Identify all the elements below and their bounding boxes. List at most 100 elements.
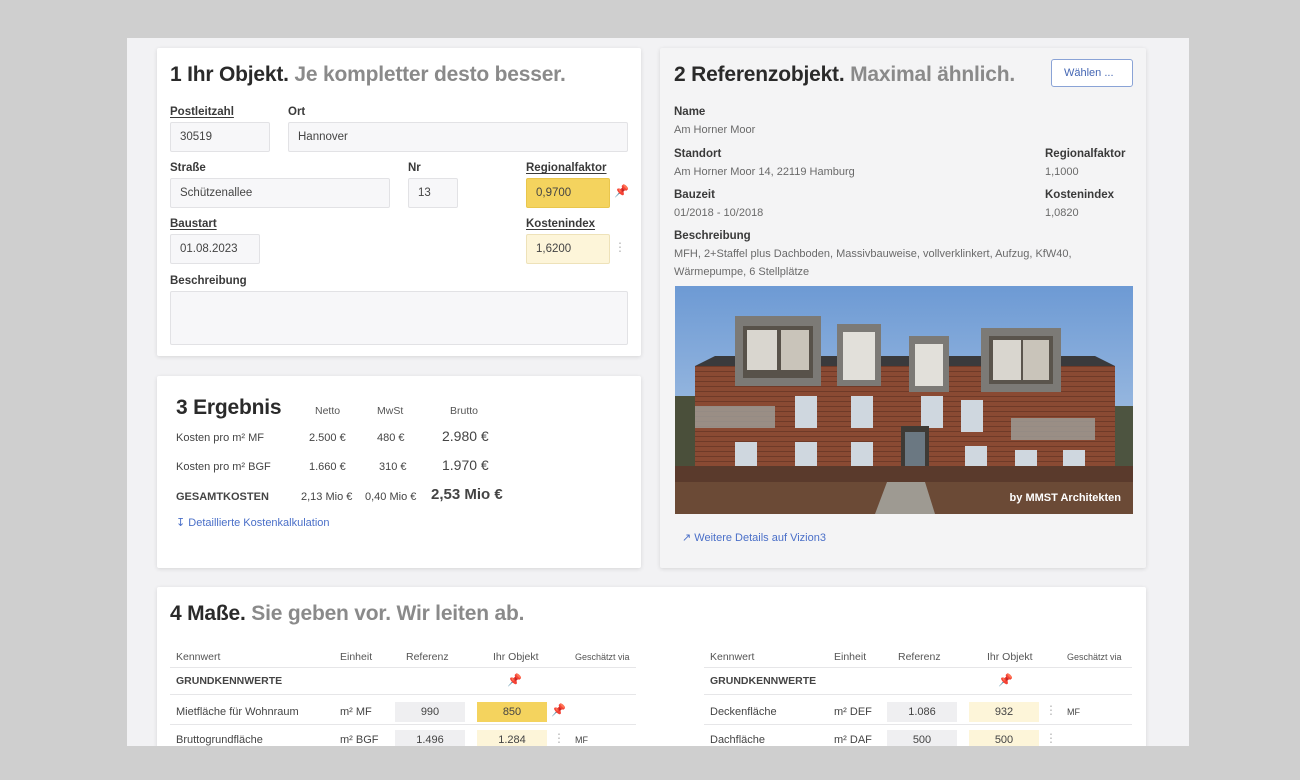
result-mwst: 310 € (379, 461, 407, 473)
ref-regionalfaktor-value: 1,1000 (1045, 166, 1079, 178)
section-3-title: 3 Ergebnis (176, 396, 282, 419)
result-netto: 2.500 € (309, 432, 346, 444)
kostenindex-label: Kostenindex (526, 218, 596, 230)
header-einheit: Einheit (340, 651, 373, 663)
vizion3-details-link[interactable]: ↗ Weitere Details auf Vizion3 (682, 531, 826, 544)
kennwert-label: Bruttogrundfläche (176, 734, 263, 746)
regionalfaktor-input[interactable]: 0,9700 (526, 178, 610, 208)
group-label: GRUNDKENNWERTE (710, 675, 817, 687)
geschaetzt-via: MF (1067, 707, 1080, 717)
header-ihr-objekt: Ihr Objekt (493, 651, 539, 663)
einheit-value: m² BGF (340, 734, 379, 746)
col-mwst-header: MwSt (377, 405, 404, 417)
beschreibung-label: Beschreibung (170, 275, 247, 287)
col-brutto-header: Brutto (450, 405, 479, 417)
referenz-value: 1.086 (887, 702, 957, 722)
ref-regionalfaktor-label: Regionalfaktor (1045, 148, 1126, 160)
ref-name-label: Name (674, 106, 706, 118)
ref-kostenindex-value: 1,0820 (1045, 207, 1079, 219)
divider (170, 694, 636, 695)
kennwert-label: Dachfläche (710, 734, 766, 746)
header-kennwert: Kennwert (176, 651, 221, 663)
app-window: 1 Ihr Objekt. Je kompletter desto besser… (127, 38, 1189, 746)
referenz-value: 500 (887, 730, 957, 746)
divider (170, 667, 636, 668)
einheit-value: m² MF (340, 706, 372, 718)
baustart-input[interactable]: 01.08.2023 (170, 234, 260, 264)
referenz-value: 990 (395, 702, 465, 722)
unpinned-icon[interactable]: ⋮ (614, 240, 626, 254)
kennwert-label: Mietfläche für Wohnraum (176, 706, 299, 718)
pin-icon[interactable]: 📌 (507, 673, 522, 687)
divider (170, 724, 636, 725)
section-referenzobjekt: 2 Referenzobjekt. Maximal ähnlich. Wähle… (660, 48, 1146, 568)
beschreibung-textarea[interactable] (170, 291, 628, 345)
unpinned-icon[interactable]: ⋮ (1045, 703, 1057, 717)
pin-icon[interactable]: 📌 (614, 184, 629, 198)
ref-beschreibung-label: Beschreibung (674, 230, 751, 242)
detailed-cost-link[interactable]: ↧ Detaillierte Kostenkalkulation (176, 516, 330, 529)
header-einheit: Einheit (834, 651, 867, 663)
baustart-label: Baustart (170, 218, 217, 230)
geschaetzt-via: MF (575, 735, 588, 745)
gesamtkosten-label: GESAMTKOSTEN (176, 491, 269, 503)
kostenindex-input[interactable]: 1,6200 (526, 234, 610, 264)
section-masse: 4 Maße. Sie geben vor. Wir leiten ab. Ke… (157, 587, 1146, 746)
ref-beschreibung-line-1: MFH, 2+Staffel plus Dachboden, Massivbau… (674, 248, 1072, 260)
result-netto: 1.660 € (309, 461, 346, 473)
header-kennwert: Kennwert (710, 651, 755, 663)
ort-input[interactable]: Hannover (288, 122, 628, 152)
einheit-value: m² DAF (834, 734, 872, 746)
section-1-title: 1 Ihr Objekt. Je kompletter desto besser… (170, 63, 566, 86)
referenz-value: 1.496 (395, 730, 465, 746)
pin-icon[interactable]: 📌 (551, 703, 566, 717)
ref-standort-label: Standort (674, 148, 722, 160)
strasse-input[interactable]: Schützenallee (170, 178, 390, 208)
header-referenz: Referenz (898, 651, 941, 663)
unpinned-icon[interactable]: ⋮ (553, 731, 565, 745)
chevron-down-icon: ↧ (176, 517, 186, 529)
result-brutto: 2.980 € (442, 428, 489, 444)
header-ihr-objekt: Ihr Objekt (987, 651, 1033, 663)
nr-input[interactable]: 13 (408, 178, 458, 208)
ref-name-value: Am Horner Moor (674, 124, 756, 136)
header-referenz: Referenz (406, 651, 449, 663)
nr-label: Nr (408, 162, 421, 174)
postleitzahl-label: Postleitzahl (170, 106, 234, 118)
building-illustration (675, 286, 1133, 514)
ihr-objekt-input[interactable]: 1.284 (477, 730, 547, 746)
strasse-label: Straße (170, 162, 206, 174)
einheit-value: m² DEF (834, 706, 872, 718)
result-mwst: 480 € (377, 432, 405, 444)
ihr-objekt-input[interactable]: 500 (969, 730, 1039, 746)
pin-icon[interactable]: 📌 (998, 673, 1013, 687)
section-4-title: 4 Maße. Sie geben vor. Wir leiten ab. (170, 602, 525, 625)
gesamtkosten-netto: 2,13 Mio € (301, 491, 353, 503)
external-link-icon: ↗ (682, 532, 692, 544)
gesamtkosten-mwst: 0,40 Mio € (365, 491, 417, 503)
divider (704, 667, 1132, 668)
result-row-label: Kosten pro m² BGF (176, 461, 271, 473)
ref-bauzeit-label: Bauzeit (674, 189, 715, 201)
choose-reference-button[interactable]: Wählen ... (1051, 59, 1133, 87)
ort-label: Ort (288, 106, 306, 118)
section-ihr-objekt: 1 Ihr Objekt. Je kompletter desto besser… (157, 48, 641, 356)
header-geschaetzt: Geschätzt via (575, 652, 630, 662)
result-brutto: 1.970 € (442, 457, 489, 473)
unpinned-icon[interactable]: ⋮ (1045, 731, 1057, 745)
ref-bauzeit-value: 01/2018 - 10/2018 (674, 207, 764, 219)
col-netto-header: Netto (315, 405, 341, 417)
kennwert-label: Deckenfläche (710, 706, 777, 718)
reference-building-photo: by MMST Architekten (675, 286, 1133, 514)
ref-kostenindex-label: Kostenindex (1045, 189, 1115, 201)
gesamtkosten-brutto: 2,53 Mio € (431, 486, 503, 503)
result-row-label: Kosten pro m² MF (176, 432, 265, 444)
ref-beschreibung-line-2: Wärmepumpe, 6 Stellplätze (674, 266, 810, 278)
ihr-objekt-input[interactable]: 932 (969, 702, 1039, 722)
postleitzahl-input[interactable]: 30519 (170, 122, 270, 152)
ref-standort-value: Am Horner Moor 14, 22119 Hamburg (674, 166, 855, 178)
ihr-objekt-input[interactable]: 850 (477, 702, 547, 722)
divider (704, 694, 1132, 695)
group-label: GRUNDKENNWERTE (176, 675, 283, 687)
divider (704, 724, 1132, 725)
